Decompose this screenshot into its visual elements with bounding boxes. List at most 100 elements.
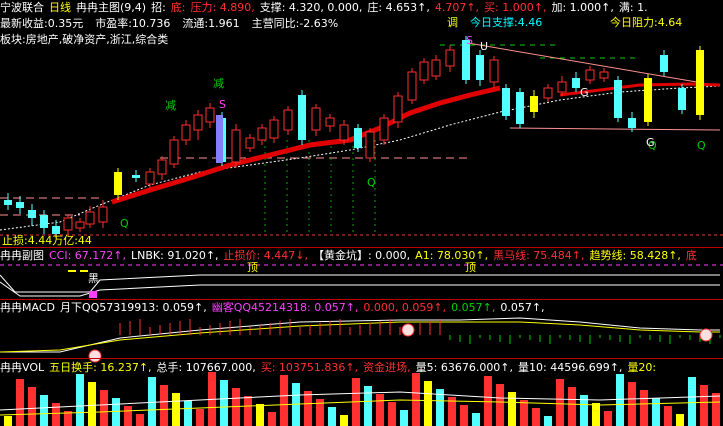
candle-body [516,92,524,124]
candle-body [169,139,179,165]
macd-value-3: 0.000, 0.059↑, [363,301,447,314]
q-signal-label: Q [120,217,129,230]
candle-body [614,80,622,118]
volume-bar [4,416,12,426]
volume-bar [400,410,408,426]
volume-bar [280,375,288,426]
volume-bar [652,398,660,426]
volume-bar [124,406,132,426]
candle-body [298,95,306,140]
volume-bar [532,408,540,426]
candle-body [311,107,321,131]
volume-bar [304,391,312,426]
candle-body [52,226,60,234]
candle-body [678,88,686,110]
volume-bar [664,406,672,426]
volume-bar [40,395,48,426]
jian-signal-label: 减 [165,99,176,112]
hei-signal-label: 黑 [88,272,99,285]
sub-indicator-value-8: 底 [685,249,697,262]
volume-bar [340,415,348,426]
g-signal-label: G [646,136,655,149]
volume-value-1: 五日换手: 16.237↑, [49,361,152,374]
ding-signal-label: 顶 [247,261,258,274]
u-signal-label: U [480,40,489,53]
volume-bar [460,405,468,426]
pane-divider-sub1 [0,299,723,300]
candle-body [114,172,122,195]
volume-bar [424,381,432,426]
candle-body [530,96,538,112]
q-signal-label: Q [697,139,706,152]
volume-bar [412,373,420,426]
volume-bar [136,414,144,426]
sub-indicator-value-3: 止损价: 4.447↓, [223,249,308,262]
smiley-icon [699,328,713,342]
highlight-candle [216,115,223,163]
volume-bar [196,409,204,426]
volume-bar [484,376,492,426]
volume-bar [100,390,108,426]
candle-body [40,215,48,228]
volume-bar [28,387,36,426]
volume-bar [556,379,564,426]
s-signal-label: S [219,98,226,111]
volume-bar [688,377,696,426]
volume-value-6: 量10: 44596.699↑, [518,361,623,374]
candle-body [502,88,510,116]
candle-body [4,200,12,205]
macd-value-2: 幽客QQ45214318: 0.057↑, [211,301,359,314]
candle-body [379,117,389,141]
signal-marker [89,291,97,298]
volume-bar [88,382,96,426]
volume-bar [700,385,708,426]
volume-bar [148,377,156,426]
volume-bar [676,414,684,426]
volume-value-4: 资金进场, [363,361,411,374]
candle-body [393,95,403,123]
volume-bar [112,398,120,426]
candle-body [628,118,636,128]
candle-body [63,217,73,231]
candle-body [644,78,652,122]
volume-bar [496,384,504,426]
pane-divider-main [0,247,723,248]
candle-body [365,131,375,159]
sub-indicator-value-2: LNBK: 91.020↑, [131,249,219,262]
jian-signal-label: 减 [213,77,224,90]
candle-body [660,55,668,72]
candle-body [269,119,279,139]
candle-body [132,175,140,178]
candle-body [257,127,267,141]
sub-indicator-value-0: 冉冉副图 [0,249,44,262]
candle-body [193,114,203,131]
sub-indicator-value-4: 【黄金坑】: 0.000, [312,249,411,262]
support-line [509,127,721,131]
candle-body [476,55,484,80]
volume-value-7: 量20: [627,361,657,374]
volume-bar [220,380,228,426]
candle-body [16,202,24,208]
q-signal-label: Q [367,176,376,189]
stock-chart-window: 宁波联合 日线 冉冉主图(9,4) 招: 底: 压力: 4.890, 支撑: 4.320, … [0,0,723,426]
volume-bar [376,394,384,426]
sub-indicator-value-6: 黑马线: 75.484↑, [493,249,585,262]
volume-bar [592,403,600,426]
candle-body [585,69,595,81]
sub-indicator-header: 冉冉副图 CCI: 67.172↑, LNBK: 91.020↑, 止损价: 4.44… [0,249,702,262]
candle-body [245,137,255,149]
candle-body [354,128,362,148]
volume-bar [160,385,168,426]
macd-header: 冉冉MACD 月下QQ57319913: 0.059↑, 幽客QQ45214318:… [0,301,550,314]
volume-bar [640,390,648,426]
pane-divider-macd [0,358,723,359]
candle-body [28,210,36,218]
volume-value-2: 总手: 107667.000, [156,361,256,374]
volume-bar [244,396,252,426]
candle-body [157,159,167,175]
candle-body [407,71,417,101]
volume-bar [328,407,336,426]
candle-body [205,107,215,123]
volume-bar [364,386,372,426]
volume-bar [568,387,576,426]
